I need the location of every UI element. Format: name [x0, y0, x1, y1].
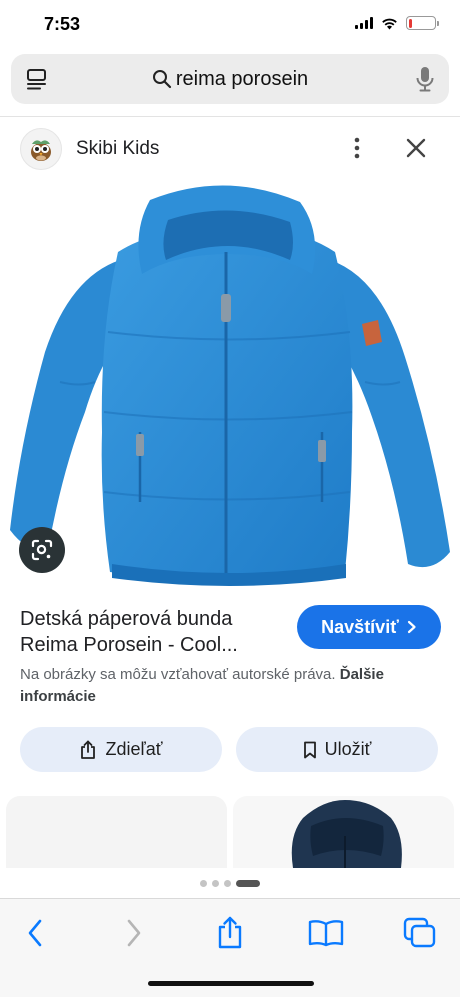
search-bar[interactable]: reima porosein [11, 54, 449, 104]
status-bar: 7:53 [0, 0, 460, 48]
book-icon [308, 920, 344, 947]
search-icon [152, 70, 171, 89]
share-sheet-button[interactable] [208, 915, 252, 951]
browser-toolbar [0, 898, 460, 997]
wifi-icon [382, 18, 397, 29]
result-title-line1: Detská páperová bunda [20, 608, 233, 630]
result-title-line2: Reima Porosein - Cool... [20, 634, 238, 656]
visit-button[interactable]: Navštíviť [297, 605, 441, 649]
status-time: 7:53 [44, 14, 81, 34]
carousel-pager [0, 868, 460, 898]
source-header: Skibi Kids [0, 118, 460, 178]
bookmark-icon [303, 741, 316, 758]
tab-menu-icon[interactable] [25, 67, 49, 91]
visit-button-label: Navštíviť [321, 616, 399, 637]
navy-jacket-thumbnail [291, 800, 402, 868]
blue-jacket-illustration [10, 185, 450, 586]
tabs-button[interactable] [398, 915, 442, 951]
battery-level [408, 18, 412, 28]
bookmarks-button[interactable] [304, 915, 348, 951]
lens-search-button[interactable] [19, 527, 65, 573]
share-button[interactable]: Zdieľať [20, 727, 222, 772]
pager-dot[interactable] [212, 879, 219, 887]
divider [0, 116, 460, 117]
related-result-card[interactable] [233, 796, 454, 868]
lens-icon [31, 539, 53, 561]
copyright-text: Na obrázky sa môžu vzťahovať autorské pr… [20, 666, 336, 683]
microphone-icon[interactable] [415, 66, 435, 92]
search-field[interactable]: reima porosein [11, 54, 449, 104]
share-button-label: Zdieľať [105, 739, 163, 759]
pager-dot[interactable] [224, 879, 231, 887]
more-vert-icon[interactable] [347, 136, 367, 160]
search-query: reima porosein [175, 67, 309, 90]
forward-button[interactable] [112, 915, 156, 951]
source-name[interactable]: Skibi Kids [76, 138, 159, 160]
copyright-notice: Na obrázky sa môžu vzťahovať autorské pr… [20, 664, 440, 708]
tabs-icon [403, 917, 436, 948]
signal-icon [355, 17, 373, 29]
home-indicator [148, 981, 314, 986]
close-icon[interactable] [404, 136, 428, 160]
battery-icon [406, 16, 439, 30]
owl-logo-icon[interactable] [20, 128, 62, 170]
save-button[interactable]: Uložiť [236, 727, 438, 772]
save-button-label: Uložiť [324, 739, 372, 759]
share-icon [218, 916, 242, 949]
product-image[interactable] [0, 182, 460, 590]
pager-dot-active[interactable] [236, 879, 260, 887]
status-icons [355, 16, 439, 30]
chevron-right-icon [407, 620, 416, 634]
result-title[interactable]: Detská páperová bunda Reima Porosein - C… [20, 606, 282, 658]
pager-dot[interactable] [200, 879, 207, 887]
related-result-card[interactable] [6, 796, 227, 868]
chevron-right-icon [127, 919, 141, 947]
chevron-left-icon [28, 919, 42, 947]
share-icon [81, 740, 96, 759]
owl-logo-graphic [31, 140, 51, 161]
back-button[interactable] [13, 915, 57, 951]
